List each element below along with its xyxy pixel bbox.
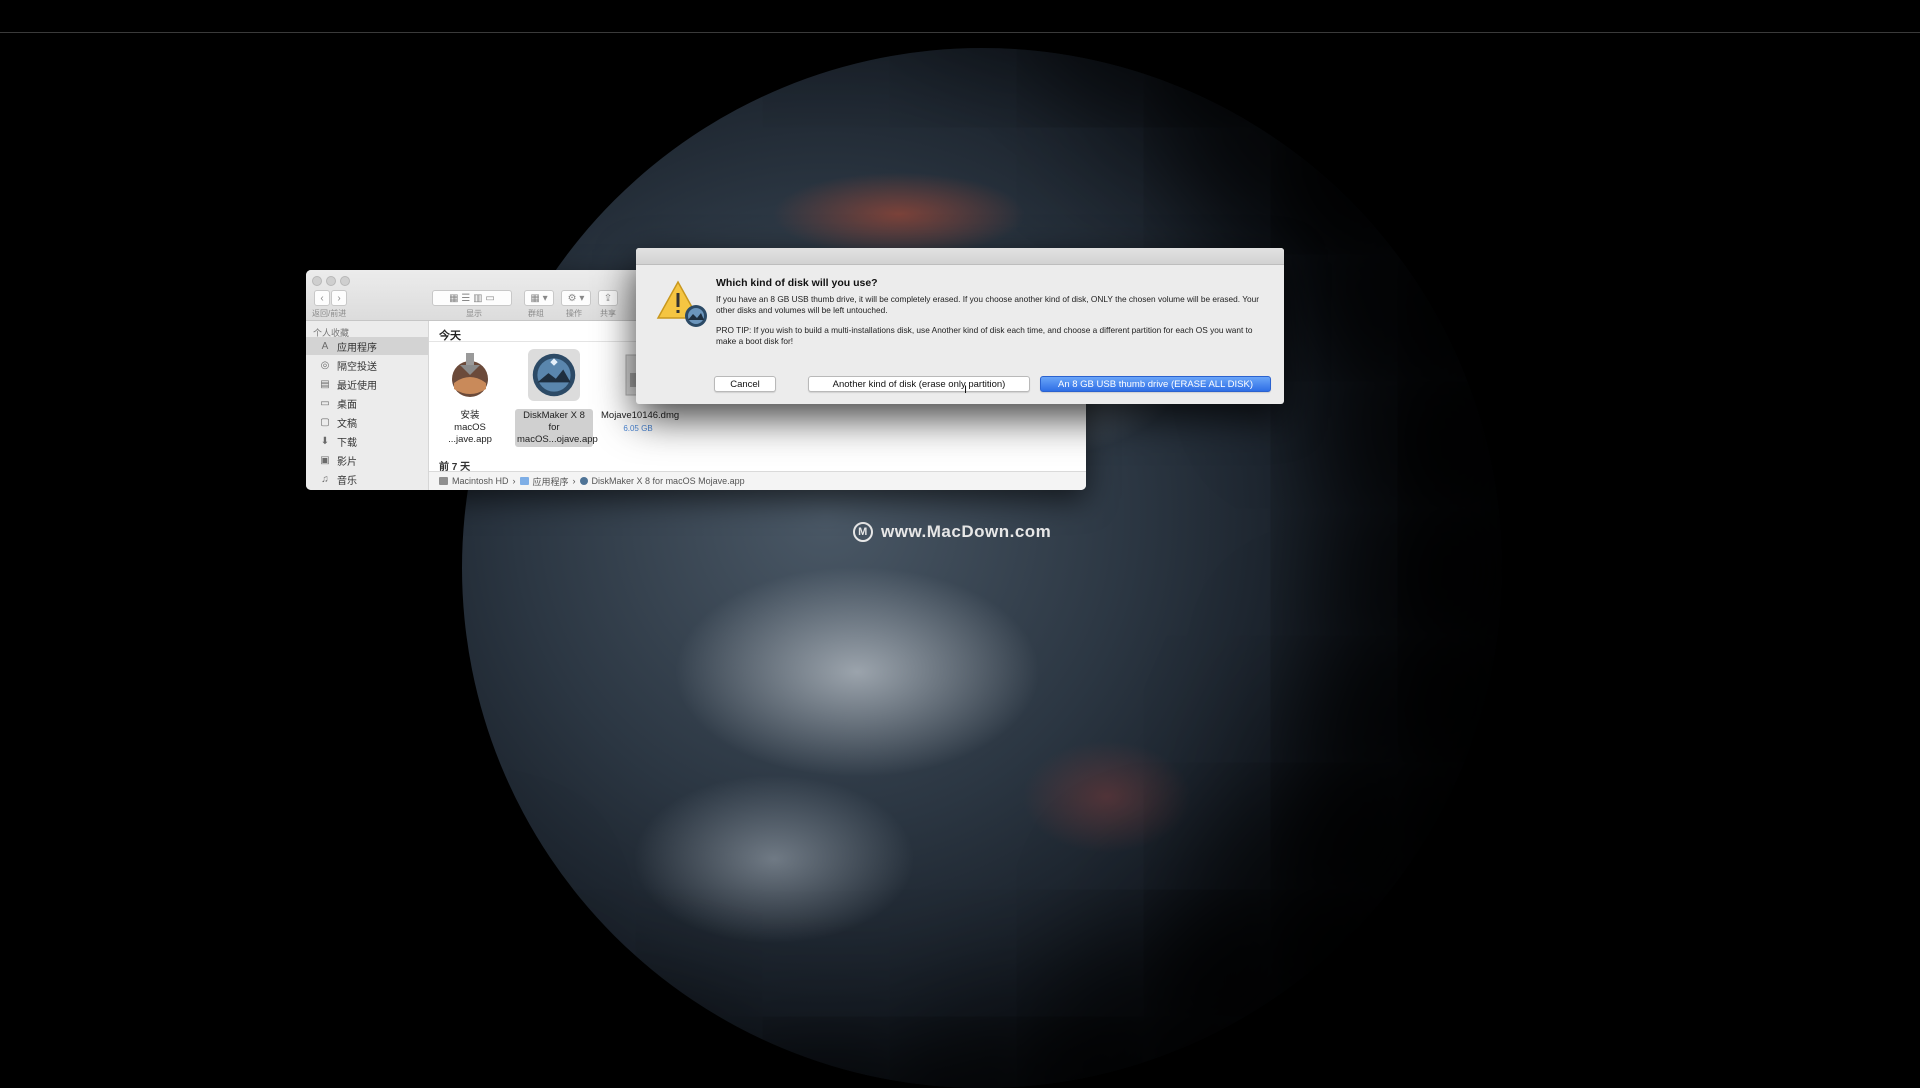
- close-button[interactable]: [312, 276, 322, 286]
- path-separator: ›: [512, 476, 516, 486]
- recents-icon: ▤: [320, 378, 330, 390]
- action-label: 操作: [566, 309, 582, 318]
- sidebar-item-applications[interactable]: A 应用程序: [306, 337, 428, 355]
- path-segment-disk[interactable]: Macintosh HD: [452, 476, 509, 486]
- dialog-message-main: If you have an 8 GB USB thumb drive, it …: [716, 294, 1259, 315]
- back-button[interactable]: ‹: [314, 290, 330, 306]
- watermark: M www.MacDown.com: [853, 522, 1051, 542]
- file-name: 安装 macOS ...jave.app: [448, 410, 492, 445]
- desktop-icon: ▭: [320, 397, 330, 409]
- cancel-button[interactable]: Cancel: [714, 376, 776, 392]
- another-disk-button[interactable]: Another kind of disk (erase only partiti…: [808, 376, 1030, 392]
- path-bar: Macintosh HD › 应用程序 › DiskMaker X 8 for …: [429, 471, 1086, 490]
- file-size: 6.05 GB: [623, 424, 653, 433]
- dialog-titlebar: [636, 248, 1284, 265]
- folder-icon: [519, 477, 529, 485]
- sidebar-item-downloads[interactable]: ⬇ 下载: [306, 432, 428, 450]
- movies-icon: ▣: [320, 454, 330, 466]
- zoom-button[interactable]: [340, 276, 350, 286]
- view-mode-segment[interactable]: ▦ ☰ ▥ ▭: [432, 290, 512, 306]
- sidebar-item-desktop[interactable]: ▭ 桌面: [306, 394, 428, 412]
- music-icon: ♫: [321, 473, 329, 485]
- group-label: 群组: [528, 309, 544, 318]
- macdown-logo-icon: M: [853, 522, 873, 542]
- path-segment-app[interactable]: DiskMaker X 8 for macOS Mojave.app: [592, 476, 745, 486]
- nav-label: 返回/前进: [312, 309, 347, 318]
- disk-type-dialog: Which kind of disk will you use? If you …: [636, 248, 1284, 404]
- documents-icon: ▢: [320, 416, 330, 428]
- file-item-diskmaker[interactable]: DiskMaker X 8 for macOS...ojave.app: [515, 349, 598, 447]
- downloads-icon: ⬇: [320, 435, 330, 447]
- warning-icon: [656, 280, 707, 327]
- file-name: Mojave10146.dmg: [601, 410, 680, 421]
- sidebar-item-airdrop[interactable]: ◎ 隔空投送: [306, 356, 428, 374]
- path-separator: ›: [572, 476, 576, 486]
- action-button[interactable]: ⚙ ▾: [561, 290, 591, 306]
- text-cursor-icon: I: [964, 384, 968, 396]
- forward-button[interactable]: ›: [331, 290, 347, 306]
- sidebar-item-recents[interactable]: ▤ 最近使用: [306, 375, 428, 393]
- share-button[interactable]: ⇪: [598, 290, 618, 306]
- top-bar: [0, 0, 1920, 33]
- file-item-macos-installer[interactable]: 安装 macOS ...jave.app: [431, 349, 509, 447]
- watermark-text: www.MacDown.com: [881, 522, 1052, 541]
- dialog-message-tip: PRO TIP: If you wish to build a multi-in…: [716, 325, 1253, 346]
- sidebar-item-movies[interactable]: ▣ 影片: [306, 451, 428, 469]
- display-label: 显示: [466, 309, 482, 318]
- group-button[interactable]: ▦ ▾: [524, 290, 554, 306]
- hard-disk-icon: [439, 477, 448, 485]
- earth-wallpaper: [462, 48, 1502, 1088]
- usb-thumb-drive-button[interactable]: An 8 GB USB thumb drive (ERASE ALL DISK): [1040, 376, 1271, 392]
- apps-icon: A: [321, 340, 329, 352]
- diskmaker-app-icon: [528, 349, 580, 401]
- sidebar-item-music[interactable]: ♫ 音乐: [306, 470, 428, 488]
- dialog-message: If you have an 8 GB USB thumb drive, it …: [716, 294, 1271, 356]
- macos-installer-icon: [452, 353, 488, 397]
- sidebar-item-documents[interactable]: ▢ 文稿: [306, 413, 428, 431]
- dialog-title: Which kind of disk will you use?: [716, 277, 878, 289]
- diskmaker-small-icon: [579, 477, 588, 485]
- file-name: DiskMaker X 8 for macOS...ojave.app: [515, 409, 598, 447]
- share-label: 共享: [600, 309, 616, 318]
- minimize-button[interactable]: [326, 276, 336, 286]
- path-segment-applications[interactable]: 应用程序: [533, 475, 569, 488]
- sidebar: 个人收藏 A 应用程序 ◎ 隔空投送 ▤ 最近使用 ▭ 桌面 ▢ 文稿 ⬇ 下载…: [306, 321, 429, 490]
- airdrop-icon: ◎: [320, 359, 330, 371]
